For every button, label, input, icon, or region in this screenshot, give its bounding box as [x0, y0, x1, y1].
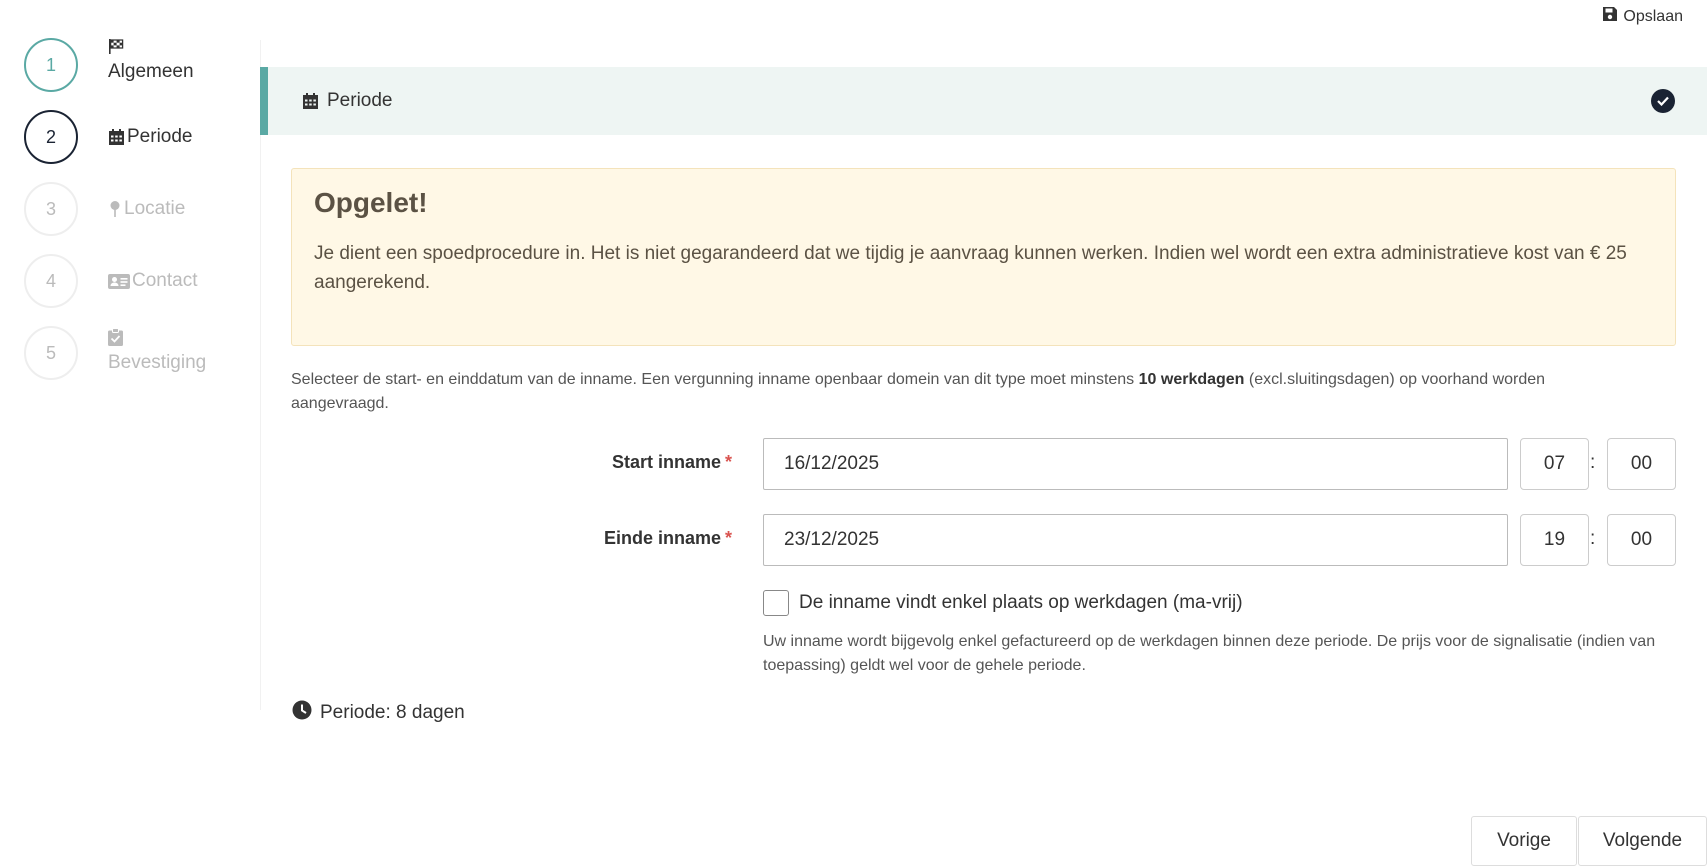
period-summary: Periode: 8 dagen — [292, 700, 465, 726]
step-label: Bevestiging — [108, 352, 207, 373]
clock-icon — [292, 700, 312, 726]
save-link[interactable]: Opslaan — [1602, 6, 1683, 27]
time-separator: : — [1590, 528, 1596, 549]
end-hour-input[interactable]: 19 — [1520, 514, 1589, 566]
time-separator: : — [1590, 452, 1596, 473]
period-instructions: Selecteer de start- en einddatum van de … — [291, 368, 1621, 416]
workdays-option[interactable]: De inname vindt enkel plaats op werkdage… — [763, 590, 1243, 616]
start-hour-input[interactable]: 07 — [1520, 438, 1589, 490]
einde-inname-label: Einde inname * — [604, 528, 732, 549]
label-text: Start inname — [611, 452, 721, 472]
step-number: 5 — [24, 326, 78, 380]
required-mark: * — [724, 528, 732, 548]
section-title: Periode — [327, 90, 393, 111]
workdays-checkbox[interactable] — [763, 590, 789, 616]
period-summary-text: Periode: 8 dagen — [320, 702, 465, 723]
step-label: Contact — [132, 270, 198, 291]
step-label: Locatie — [124, 198, 186, 219]
clipboard-check-icon — [108, 328, 123, 346]
workdays-checkbox-label[interactable]: De inname vindt enkel plaats op werkdage… — [799, 592, 1243, 614]
instructions-text: Selecteer de start- en einddatum van de … — [291, 371, 1139, 388]
required-mark: * — [724, 452, 732, 472]
step-number: 2 — [24, 110, 78, 164]
end-date-input[interactable]: 23/12/2025 — [763, 514, 1508, 566]
flag-checkered-icon — [108, 38, 125, 55]
step-label: Periode — [127, 126, 193, 147]
step-label: Algemeen — [108, 61, 194, 82]
label-text: Einde inname — [603, 528, 721, 548]
end-minute-input[interactable]: 00 — [1607, 514, 1676, 566]
warning-text: Je dient een spoedprocedure in. Het is n… — [314, 243, 1627, 293]
check-circle-icon — [1651, 89, 1675, 113]
section-header-periode[interactable]: Periode — [260, 67, 1707, 135]
start-inname-label: Start inname * — [612, 452, 732, 473]
instructions-highlight: 10 werkdagen — [1138, 371, 1245, 388]
step-number: 4 — [24, 254, 78, 308]
floppy-disk-icon — [1602, 6, 1618, 27]
divider — [260, 40, 261, 710]
start-date-input[interactable]: 16/12/2025 — [763, 438, 1508, 490]
warning-title: Opgelet! — [314, 187, 428, 218]
calendar-icon — [302, 92, 319, 110]
map-pin-icon — [108, 200, 122, 218]
step-number: 1 — [24, 38, 78, 92]
warning-alert: Opgelet! Je dient een spoedprocedure in.… — [291, 168, 1676, 346]
start-minute-input[interactable]: 00 — [1607, 438, 1676, 490]
next-button[interactable]: Volgende — [1578, 816, 1707, 866]
save-label: Opslaan — [1623, 7, 1683, 25]
step-number: 3 — [24, 182, 78, 236]
previous-button[interactable]: Vorige — [1471, 816, 1577, 866]
workdays-help-text: Uw inname wordt bijgevolg enkel gefactur… — [763, 633, 1656, 674]
calendar-icon — [108, 128, 125, 146]
id-card-icon — [108, 273, 130, 290]
